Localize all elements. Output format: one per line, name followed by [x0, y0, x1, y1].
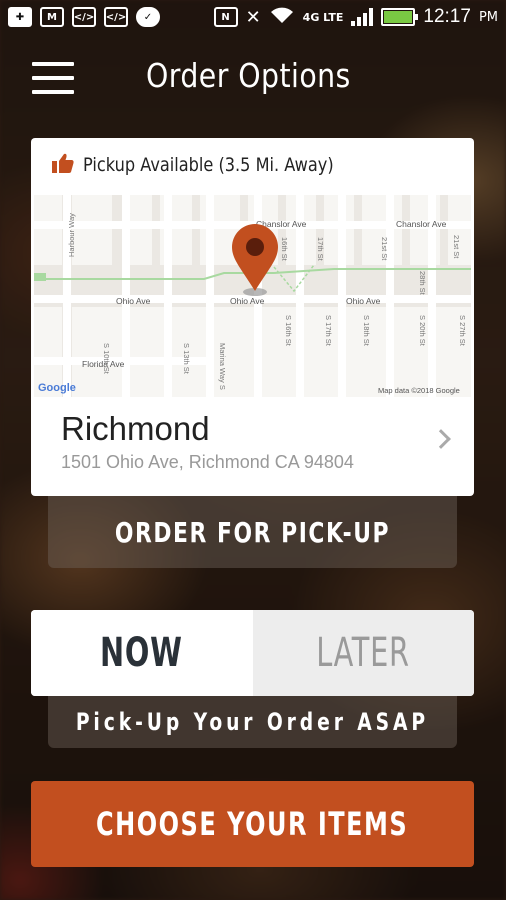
code-icon: </> [104, 7, 128, 27]
svg-text:Ohio Ave: Ohio Ave [230, 296, 265, 306]
svg-text:S 16th St: S 16th St [284, 315, 293, 347]
svg-text:S 27th St: S 27th St [458, 315, 467, 347]
hamburger-menu-icon[interactable] [32, 62, 74, 94]
location-name: Richmond [61, 410, 210, 447]
svg-text:16th St: 16th St [280, 237, 289, 262]
page-title: Order Options [146, 56, 351, 95]
svg-text:Ohio Ave: Ohio Ave [116, 296, 151, 306]
gmail-icon: M [40, 7, 64, 27]
svg-text:Ohio Ave: Ohio Ave [346, 296, 381, 306]
choose-items-button[interactable]: CHOOSE YOUR ITEMS [31, 781, 474, 867]
plus-icon: ✚ [8, 7, 32, 27]
google-logo: Google [38, 382, 76, 394]
clock-ampm: PM [478, 9, 498, 25]
asap-message: Pick-Up Your Order ASAP [48, 696, 457, 748]
pickup-availability: Pickup Available (3.5 Mi. Away) [51, 152, 378, 178]
svg-text:S 10th St: S 10th St [102, 343, 111, 375]
choose-items-label: CHOOSE YOUR ITEMS [96, 805, 409, 843]
svg-text:S 20th St: S 20th St [418, 315, 427, 347]
order-for-pickup-button[interactable]: ORDER FOR PICK-UP [48, 496, 457, 568]
lte-icon: 4G LTE [302, 10, 344, 24]
mute-icon: ✕ [245, 6, 261, 28]
clock-time: 12:17 [423, 6, 471, 27]
later-label: LATER [316, 630, 411, 676]
svg-text:Marina Way S: Marina Way S [218, 343, 227, 390]
svg-text:21st St: 21st St [452, 235, 461, 259]
location-card[interactable]: Pickup Available (3.5 Mi. Away) Ohio Ave… [31, 138, 474, 496]
app-header: Order Options [0, 52, 506, 104]
map-attribution: Map data ©2018 Google [378, 386, 460, 395]
pickup-label: Pickup Available (3.5 Mi. Away) [83, 154, 334, 176]
signal-icon [351, 8, 374, 26]
thumbs-up-icon [51, 152, 75, 178]
chevron-right-icon[interactable] [431, 429, 451, 449]
time-toggle: NOW LATER [31, 610, 474, 696]
code-icon: </> [72, 7, 96, 27]
location-address: 1501 Ohio Ave, Richmond CA 94804 [61, 452, 354, 472]
svg-text:S 17th St: S 17th St [324, 315, 333, 347]
now-tab[interactable]: NOW [31, 610, 253, 696]
nfc-icon: N [213, 7, 238, 27]
status-bar: ✚ M </> </> ✓ N ✕ 4G LTE 12:17 PM [0, 0, 506, 34]
later-tab[interactable]: LATER [252, 610, 474, 696]
wifi-icon [269, 5, 295, 29]
svg-text:S 18th St: S 18th St [362, 315, 371, 347]
svg-text:S 13th St: S 13th St [182, 343, 191, 375]
svg-text:Harbour Way: Harbour Way [67, 213, 76, 257]
svg-text:28th St: 28th St [418, 271, 427, 296]
svg-text:Chanslor Ave: Chanslor Ave [396, 219, 447, 229]
messenger-icon: ✓ [136, 7, 160, 27]
svg-text:17th St: 17th St [316, 237, 325, 262]
battery-icon [381, 8, 419, 26]
svg-text:21st St: 21st St [380, 237, 389, 261]
now-label: NOW [100, 630, 184, 676]
asap-label: Pick-Up Your Order ASAP [75, 708, 430, 736]
order-for-pickup-label: ORDER FOR PICK-UP [114, 515, 391, 549]
location-map[interactable]: Ohio Ave Ohio Ave Ohio Ave Florida Ave C… [34, 195, 471, 397]
